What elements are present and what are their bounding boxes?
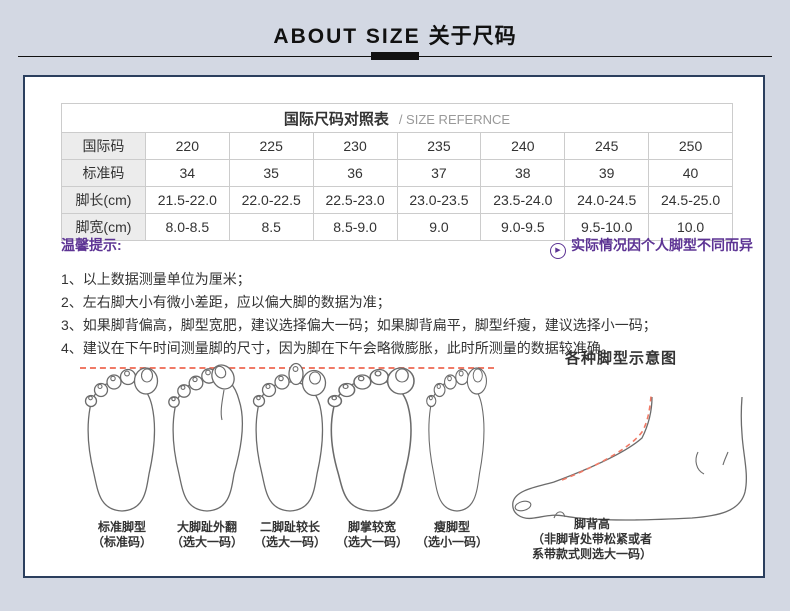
table-title-zh: 国际尺码对照表: [284, 111, 389, 128]
size-cell: 35: [229, 160, 313, 187]
header-divider-bar: [371, 52, 419, 60]
foot-type-advice: 系带款式则选大一码）: [492, 547, 692, 562]
size-conversion-table: 国际尺码对照表 / SIZE REFERNCE 国际码 220 225 230 …: [61, 103, 733, 241]
row-label-cell: 国际码: [62, 133, 146, 160]
table-title-en: / SIZE REFERNCE: [399, 112, 510, 127]
row-label-cell: 脚长(cm): [62, 187, 146, 214]
foot-type-label: 瘦脚型 （选小一码）: [397, 520, 507, 550]
circled-play-icon: ▶: [550, 243, 566, 259]
row-label-cell: 标准码: [62, 160, 146, 187]
size-cell: 235: [397, 133, 481, 160]
size-cell: 8.5-9.0: [313, 214, 397, 241]
size-cell: 220: [145, 133, 229, 160]
size-cell: 37: [397, 160, 481, 187]
size-cell: 250: [649, 133, 733, 160]
foot-narrow-illustration: [419, 362, 495, 514]
foot-bunion-illustration: [162, 362, 252, 514]
foot-diagram: 标准脚型 （标准码） 大脚趾外翻 （选大一码） 二脚趾较长 （选大一码） 脚掌较…: [25, 362, 767, 578]
page-header: ABOUT SIZE 关于尺码: [0, 0, 790, 66]
size-info-panel: 国际尺码对照表 / SIZE REFERNCE 国际码 220 225 230 …: [23, 75, 765, 578]
foot-standard-illustration: [77, 362, 167, 514]
foot-side-high-instep-illustration: [502, 394, 757, 522]
size-cell: 34: [145, 160, 229, 187]
size-cell: 40: [649, 160, 733, 187]
size-cell: 24.0-24.5: [565, 187, 649, 214]
size-cell: 9.0: [397, 214, 481, 241]
size-cell: 225: [229, 133, 313, 160]
table-row: 国际码 220 225 230 235 240 245 250: [62, 133, 733, 160]
size-cell: 23.5-24.0: [481, 187, 565, 214]
tip-item: 2、左右脚大小有微小差距，应以偏大脚的数据为准；: [61, 291, 657, 314]
foot-type-name: 脚背高: [492, 517, 692, 532]
page-title-zh: 关于尺码: [429, 25, 517, 48]
page-title-en: ABOUT SIZE: [273, 25, 420, 48]
foot-type-advice: （选小一码）: [397, 535, 507, 550]
size-cell: 39: [565, 160, 649, 187]
tips-note-text: 实际情况因个人脚型不同而异: [571, 237, 753, 253]
tips-note: ▶ 实际情况因个人脚型不同而异: [550, 235, 753, 259]
size-cell: 22.5-23.0: [313, 187, 397, 214]
size-cell: 240: [481, 133, 565, 160]
foot-type-name: 瘦脚型: [397, 520, 507, 535]
foot-type-advice: （非脚背处带松紧或者: [492, 532, 692, 547]
tip-item: 3、如果脚背偏高，脚型宽肥，建议选择偏大一码；如果脚背扁平，脚型纤瘦，建议选择小…: [61, 314, 657, 337]
size-cell: 21.5-22.0: [145, 187, 229, 214]
size-cell: 38: [481, 160, 565, 187]
table-row: 脚长(cm) 21.5-22.0 22.0-22.5 22.5-23.0 23.…: [62, 187, 733, 214]
size-cell: 36: [313, 160, 397, 187]
size-cell: 23.0-23.5: [397, 187, 481, 214]
size-cell: 8.5: [229, 214, 313, 241]
table-title-cell: 国际尺码对照表 / SIZE REFERNCE: [62, 104, 733, 133]
tip-item: 1、以上数据测量单位为厘米；: [61, 268, 657, 291]
size-cell: 22.0-22.5: [229, 187, 313, 214]
table-title-row: 国际尺码对照表 / SIZE REFERNCE: [62, 104, 733, 133]
size-cell: 245: [565, 133, 649, 160]
size-cell: 230: [313, 133, 397, 160]
page-title: ABOUT SIZE 关于尺码: [0, 20, 790, 50]
foot-type-label: 脚背高 （非脚背处带松紧或者 系带款式则选大一码）: [492, 517, 692, 562]
size-cell: 8.0-8.5: [145, 214, 229, 241]
size-cell: 24.5-25.0: [649, 187, 733, 214]
tips-heading: 温馨提示:: [61, 235, 122, 255]
table-row: 标准码 34 35 36 37 38 39 40: [62, 160, 733, 187]
foot-wide-illustration: [322, 362, 422, 514]
